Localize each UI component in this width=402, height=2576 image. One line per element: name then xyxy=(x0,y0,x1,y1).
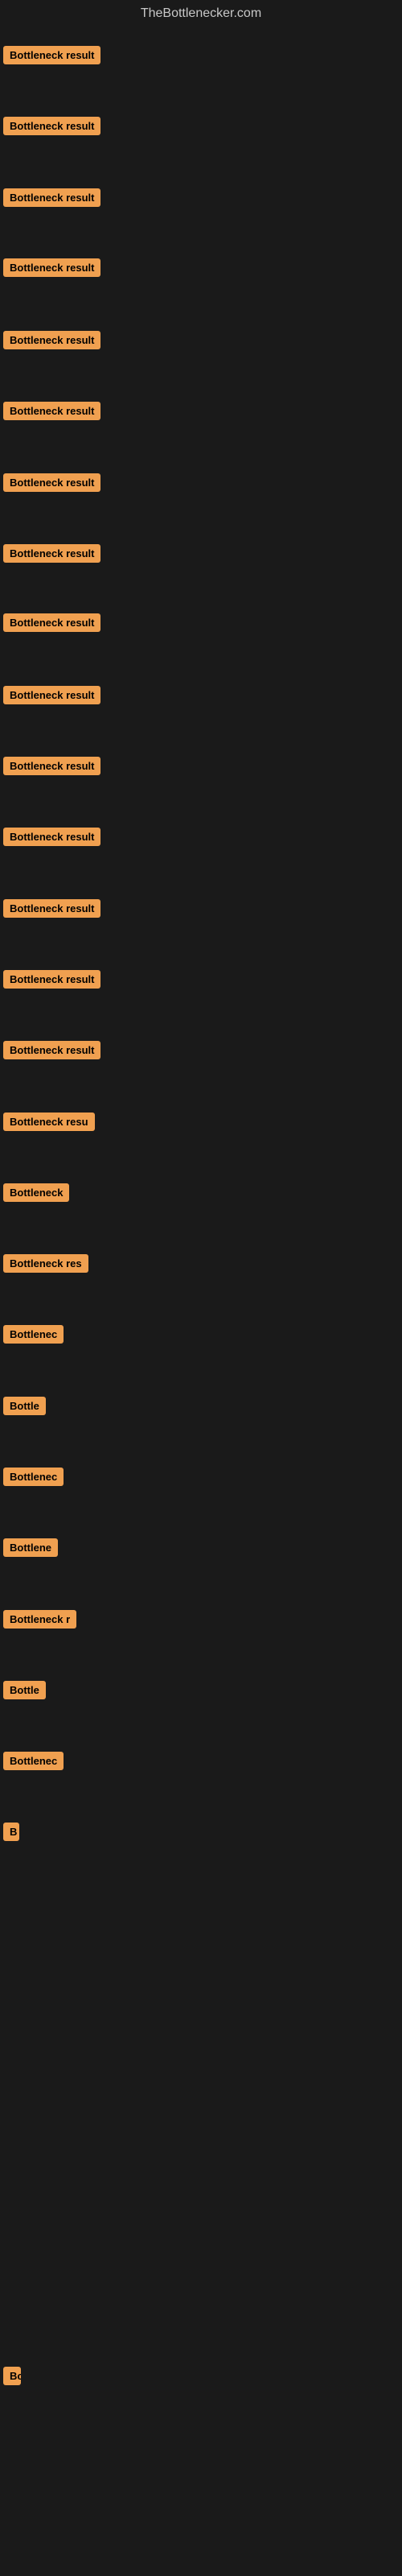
bottleneck-badge[interactable]: Bottleneck result xyxy=(3,117,100,135)
bottleneck-item: Bottlenec xyxy=(3,1468,64,1490)
bottleneck-badge[interactable]: Bottle xyxy=(3,1397,46,1415)
bottleneck-badge[interactable]: Bottleneck result xyxy=(3,828,100,846)
bottleneck-badge[interactable]: Bottleneck result xyxy=(3,970,100,989)
bottleneck-item: Bottleneck result xyxy=(3,899,100,922)
bottleneck-badge[interactable]: Bottleneck result xyxy=(3,331,100,349)
bottleneck-item: Bottleneck result xyxy=(3,970,100,993)
bottleneck-item: Bottleneck r xyxy=(3,1610,76,1633)
site-title: TheBottlenecker.com xyxy=(0,0,402,29)
bottleneck-item: Bottleneck result xyxy=(3,117,100,139)
bottleneck-item: Bottleneck result xyxy=(3,331,100,353)
bottleneck-badge[interactable]: Bottleneck xyxy=(3,1183,69,1202)
bottleneck-badge[interactable]: Bottlenec xyxy=(3,1752,64,1770)
bottleneck-badge[interactable]: Bottleneck result xyxy=(3,686,100,704)
bottleneck-badge[interactable]: Bottleneck result xyxy=(3,1041,100,1059)
bottleneck-item: Bottleneck xyxy=(3,1183,69,1206)
bottleneck-badge[interactable]: B xyxy=(3,1823,19,1841)
bottleneck-item: Bottleneck result xyxy=(3,1041,100,1063)
bottleneck-item: Bottleneck result xyxy=(3,757,100,779)
bottleneck-badge[interactable]: Bottleneck res xyxy=(3,1254,88,1273)
bottleneck-item: Bo xyxy=(3,2367,21,2389)
bottleneck-badge[interactable]: Bottleneck result xyxy=(3,258,100,277)
bottleneck-item: Bottleneck result xyxy=(3,188,100,211)
bottleneck-badge[interactable]: Bottle xyxy=(3,1681,46,1699)
bottleneck-badge[interactable]: Bottleneck result xyxy=(3,613,100,632)
bottleneck-item: Bottleneck result xyxy=(3,402,100,424)
bottleneck-badge[interactable]: Bottleneck result xyxy=(3,899,100,918)
items-container xyxy=(0,29,402,32)
bottleneck-item: Bottleneck result xyxy=(3,473,100,496)
bottleneck-badge[interactable]: Bottlenec xyxy=(3,1468,64,1486)
bottleneck-badge[interactable]: Bottleneck result xyxy=(3,46,100,64)
bottleneck-item: Bottleneck res xyxy=(3,1254,88,1277)
bottleneck-item: Bottleneck result xyxy=(3,258,100,281)
bottleneck-item: Bottlenec xyxy=(3,1325,64,1348)
bottleneck-item: Bottleneck resu xyxy=(3,1113,95,1135)
bottleneck-item: Bottle xyxy=(3,1681,46,1703)
bottleneck-badge[interactable]: Bottleneck r xyxy=(3,1610,76,1629)
bottleneck-badge[interactable]: Bo xyxy=(3,2367,21,2385)
bottleneck-badge[interactable]: Bottlenec xyxy=(3,1325,64,1344)
bottleneck-item: B xyxy=(3,1823,19,1845)
bottleneck-badge[interactable]: Bottleneck result xyxy=(3,402,100,420)
bottleneck-item: Bottleneck result xyxy=(3,46,100,68)
bottleneck-item: Bottlenec xyxy=(3,1752,64,1774)
bottleneck-item: Bottleneck result xyxy=(3,544,100,567)
bottleneck-badge[interactable]: Bottleneck result xyxy=(3,473,100,492)
site-title-container: TheBottlenecker.com xyxy=(0,0,402,29)
bottleneck-badge[interactable]: Bottleneck result xyxy=(3,188,100,207)
bottleneck-item: Bottleneck result xyxy=(3,686,100,708)
bottleneck-item: Bottlene xyxy=(3,1538,58,1561)
bottleneck-badge[interactable]: Bottleneck resu xyxy=(3,1113,95,1131)
bottleneck-badge[interactable]: Bottleneck result xyxy=(3,544,100,563)
bottleneck-badge[interactable]: Bottlene xyxy=(3,1538,58,1557)
bottleneck-item: Bottle xyxy=(3,1397,46,1419)
bottleneck-item: Bottleneck result xyxy=(3,828,100,850)
bottleneck-badge[interactable]: Bottleneck result xyxy=(3,757,100,775)
bottleneck-item: Bottleneck result xyxy=(3,613,100,636)
